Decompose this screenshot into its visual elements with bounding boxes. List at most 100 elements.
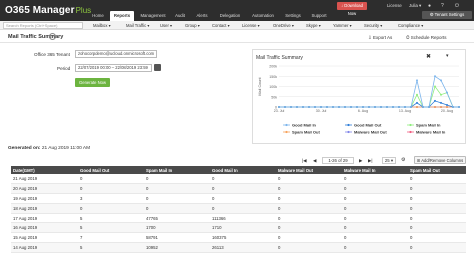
power-icon[interactable]: ⏻	[455, 3, 459, 9]
table-row: 17 Aug 2019 5 47765 111366 0 0 0	[11, 213, 466, 224]
data-table: Date(GMT) Good Mail Out Spam Mail In Good M…	[11, 166, 466, 253]
tab-delegation[interactable]: Delegation	[214, 11, 246, 21]
subnav-contact[interactable]: Contact ▾	[212, 22, 230, 29]
export-button[interactable]: ⇩ Export As	[368, 35, 392, 41]
add-remove-columns-button[interactable]: ⊞ Add/Remove Columns	[414, 156, 466, 164]
title-row	[0, 31, 474, 43]
tab-support[interactable]: Support	[306, 11, 332, 21]
period-label: Period	[57, 66, 71, 71]
table-cell: 3	[78, 193, 144, 204]
data-point	[434, 106, 436, 108]
calendar-icon[interactable]	[154, 64, 161, 71]
last-page-button[interactable]: ▶|	[368, 157, 373, 164]
y-tick-label: 100k	[269, 85, 277, 89]
app-logo[interactable]: O365 Manager Plus	[5, 2, 91, 19]
legend-label: Spam Mail In	[416, 122, 441, 127]
subnav-mailbox[interactable]: Mailbox ▾	[93, 22, 111, 29]
tab-reports[interactable]: Reports	[110, 11, 134, 21]
help-icon[interactable]: ?	[49, 33, 56, 40]
tab-settings[interactable]: Settings	[280, 11, 306, 21]
table-cell: 26113	[210, 242, 276, 253]
data-point	[338, 106, 340, 108]
prev-page-button[interactable]: ◀	[313, 157, 316, 164]
table-cell: 0	[78, 203, 144, 214]
column-header[interactable]: Malware Mail In	[342, 166, 408, 174]
data-point	[344, 106, 346, 108]
subnav-user[interactable]: User ▾	[160, 22, 172, 29]
legend-marker	[285, 123, 288, 127]
column-header[interactable]: Spam Mail In	[144, 166, 210, 174]
y-tick-label: 50k	[271, 95, 277, 99]
first-page-button[interactable]: |◀	[302, 157, 307, 164]
table-cell: 0	[144, 174, 210, 185]
subnav-mail-traffic[interactable]: Mail Traffic ▾	[126, 22, 149, 29]
subnav-group[interactable]: Group ▾	[185, 22, 200, 29]
download-now-button[interactable]: ↓ Download Now	[337, 2, 367, 16]
column-header[interactable]: Spam Mail Out	[408, 166, 466, 174]
schedule-reports-button[interactable]: ⏱ Schedule Reports	[406, 35, 447, 40]
user-menu[interactable]: Julia ▾	[409, 3, 421, 9]
column-header[interactable]: Date(GMT)	[11, 166, 78, 174]
data-point	[416, 106, 418, 108]
license-link[interactable]: License	[387, 3, 402, 8]
data-point	[410, 106, 412, 108]
period-input[interactable]: 22/07/2019 00:00 – 22/08/2019 23:59	[75, 64, 152, 72]
legend-label: Good Mail In	[292, 122, 317, 127]
next-page-button[interactable]: ▶	[359, 157, 362, 164]
table-cell: 0	[408, 213, 466, 224]
column-header[interactable]: Malware Mail Out	[276, 166, 342, 174]
tab-management[interactable]: Management	[136, 11, 170, 21]
chevron-down-icon[interactable]: ▾	[446, 53, 449, 59]
data-point	[380, 106, 382, 108]
subnav-security[interactable]: Security ▾	[364, 22, 382, 29]
column-header[interactable]: Good Mail Out	[78, 166, 144, 174]
subnav-yammer[interactable]: Yammer ▾	[333, 22, 352, 29]
collapse-icon[interactable]: ✖	[426, 53, 431, 60]
table-cell: 0	[276, 203, 342, 214]
data-point	[446, 106, 448, 108]
table-cell: 0	[276, 232, 342, 244]
tab-home[interactable]: Home	[86, 11, 110, 21]
per-page-select[interactable]: 25 ▾	[382, 157, 396, 164]
tab-audit[interactable]: Audit	[170, 11, 190, 21]
table-row: 15 Aug 2019 7 58791 160375 0 0 0	[11, 232, 466, 244]
tenant-select[interactable]: zohocorpdemo@ucloud.onmicrosoft.com	[75, 50, 157, 58]
generated-label: Generated on:	[8, 146, 41, 151]
generate-now-button[interactable]: Generate Now	[75, 78, 110, 87]
data-point	[320, 106, 322, 108]
settings-icon[interactable]: ⚙	[401, 157, 405, 164]
help-icon[interactable]: ?	[441, 3, 444, 9]
subnav-skype[interactable]: Skype ▾	[306, 22, 321, 29]
table-cell: 0	[276, 213, 342, 224]
x-tick-label: 6. Aug	[358, 109, 368, 113]
tab-alerts[interactable]: Alerts	[190, 11, 214, 21]
notification-icon[interactable]: ●	[428, 3, 431, 9]
table-cell: 0	[342, 242, 408, 253]
data-point	[458, 106, 460, 108]
data-point	[446, 103, 448, 106]
table-cell: 0	[342, 193, 408, 204]
subnav-onedrive[interactable]: OneDrive ▾	[273, 22, 294, 29]
subnav-compliance[interactable]: Compliance ▾	[398, 22, 423, 29]
table-cell: 0	[408, 174, 466, 185]
data-point	[440, 101, 442, 104]
table-cell: 58791	[144, 232, 210, 244]
x-tick-label: 30. Jul	[316, 109, 327, 113]
tab-automation[interactable]: Automation	[246, 11, 280, 21]
legend-label: Good Mail Out	[354, 122, 382, 127]
table-cell: 160375	[210, 232, 276, 244]
subnav-license[interactable]: License ▾	[242, 22, 260, 29]
legend-marker	[285, 130, 288, 134]
column-header[interactable]: Good Mail In	[210, 166, 276, 174]
legend-marker	[409, 123, 412, 127]
table-cell: 0	[210, 174, 276, 185]
table-cell: 0	[210, 183, 276, 195]
y-tick-label: 200k	[269, 65, 277, 69]
search-input[interactable]: Search Reports (Ctrl+Space)	[3, 22, 83, 29]
data-point	[416, 93, 418, 96]
tenant-settings-button[interactable]: ⚙ Tenant Settings	[422, 11, 472, 19]
table-cell: 14 Aug 2019	[11, 242, 78, 253]
table-cell: 111366	[210, 213, 276, 224]
data-point	[386, 106, 388, 108]
table-cell: 0	[408, 242, 466, 253]
